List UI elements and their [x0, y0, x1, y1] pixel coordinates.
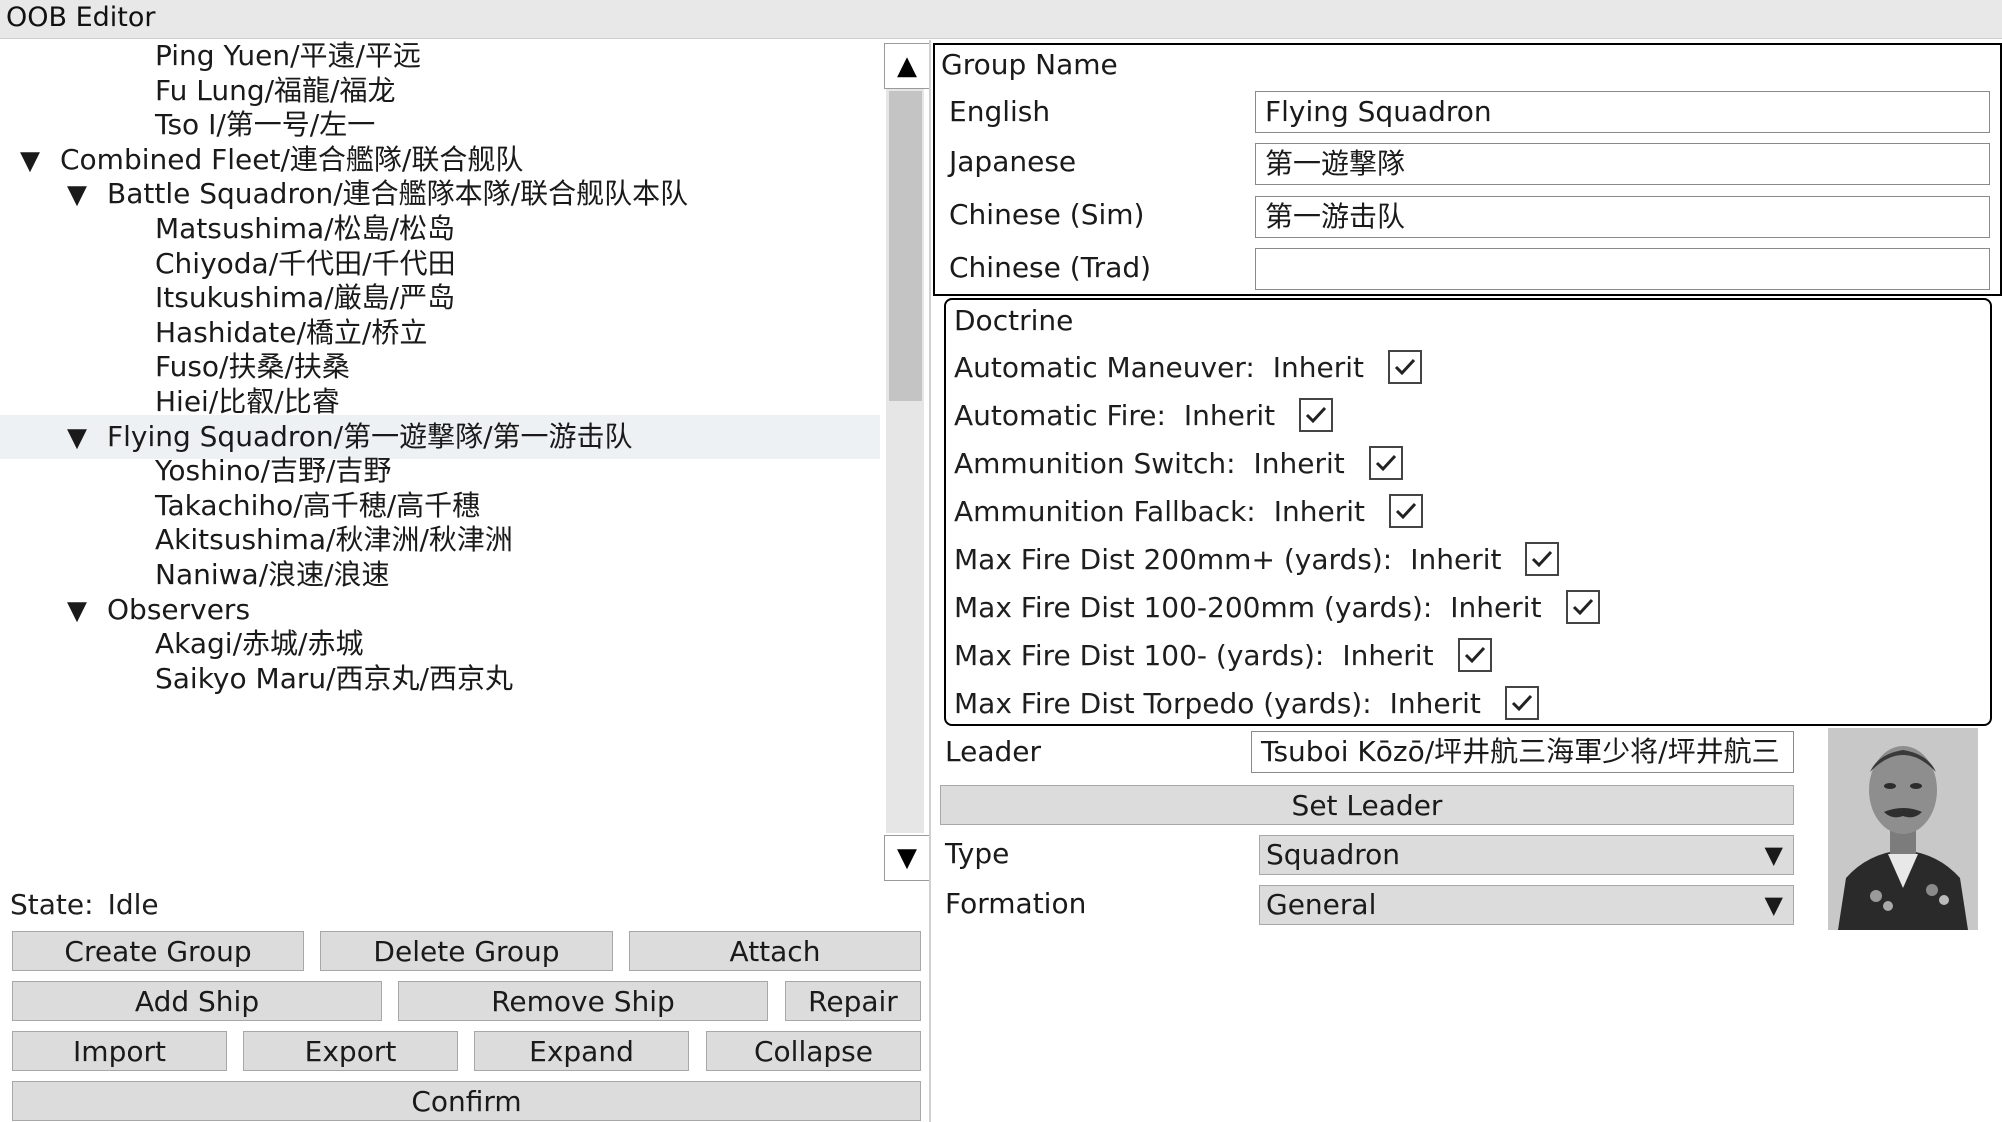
doctrine-item-value: Inherit — [1342, 638, 1434, 672]
checkmark-icon — [1464, 646, 1485, 664]
formation-select[interactable]: General ▼ — [1259, 885, 1794, 925]
inherit-checkbox[interactable] — [1388, 350, 1423, 384]
leader-portrait — [1828, 728, 1978, 930]
checkmark-icon — [1306, 406, 1327, 424]
panel-divider[interactable] — [929, 40, 931, 1122]
state-value: Idle — [107, 888, 159, 921]
doctrine-item: Automatic Fire: Inherit — [954, 393, 1334, 437]
doctrine-item: Max Fire Dist 100-200mm (yards): Inherit — [954, 585, 1600, 629]
doctrine-item-value: Inherit — [1450, 590, 1542, 624]
state-indicator: State: Idle — [10, 888, 173, 921]
window-title: OOB Editor — [6, 2, 156, 33]
inherit-checkbox[interactable] — [1525, 542, 1560, 576]
chinese-sim-name-field[interactable]: 第一游击队 — [1255, 196, 1990, 238]
doctrine-item-value: Inherit — [1389, 686, 1481, 720]
state-label: State: — [10, 888, 94, 921]
oob-tree[interactable]: Ping Yuen/平遠/平远 Fu Lung/福龍/福龙 Tso I/第一号/左一… — [0, 39, 884, 887]
english-label: English — [949, 95, 1051, 128]
doctrine-item: Max Fire Dist Torpedo (yards): Inherit — [954, 681, 1539, 725]
doctrine-item: Ammunition Switch: Inherit — [954, 441, 1403, 485]
chevron-down-icon: ▼ — [1764, 841, 1783, 869]
doctrine-title: Doctrine — [954, 304, 1074, 337]
checkmark-icon — [1394, 358, 1416, 376]
formation-value: General — [1266, 888, 1377, 921]
doctrine-item-label: Ammunition Switch: — [954, 446, 1236, 480]
collapse-button[interactable]: Collapse — [706, 1031, 921, 1071]
doctrine-item-label: Automatic Fire: — [954, 398, 1166, 432]
chinese-trad-label: Chinese (Trad) — [949, 251, 1152, 284]
inherit-checkbox[interactable] — [1389, 494, 1423, 528]
formation-label: Formation — [945, 887, 1087, 920]
remove-ship-button[interactable]: Remove Ship — [398, 981, 768, 1021]
tree-item-label: Saikyo Maru/西京丸/西京丸 — [155, 661, 513, 695]
inherit-checkbox[interactable] — [1457, 638, 1492, 672]
scrollbar-thumb[interactable] — [889, 91, 922, 401]
type-select[interactable]: Squadron ▼ — [1259, 835, 1794, 875]
set-leader-button[interactable]: Set Leader — [940, 785, 1794, 825]
doctrine-item: Ammunition Fallback: Inherit — [954, 489, 1423, 533]
leader-label: Leader — [945, 735, 1042, 768]
doctrine-item: Max Fire Dist 200mm+ (yards): Inherit — [954, 537, 1560, 581]
repair-button[interactable]: Repair — [785, 981, 921, 1021]
doctrine-item: Automatic Maneuver: Inherit — [954, 345, 1423, 389]
doctrine-item-value: Inherit — [1183, 398, 1276, 432]
type-label: Type — [945, 837, 1010, 870]
confirm-button[interactable]: Confirm — [12, 1081, 921, 1121]
checkmark-icon — [1511, 694, 1533, 712]
doctrine-item-value: Inherit — [1273, 494, 1365, 528]
delete-group-button[interactable]: Delete Group — [320, 931, 613, 971]
chinese-trad-name-field[interactable] — [1255, 248, 1990, 290]
scroll-down-button[interactable]: ▼ — [884, 835, 930, 881]
attach-button[interactable]: Attach — [629, 931, 921, 971]
inherit-checkbox[interactable] — [1504, 686, 1539, 720]
import-button[interactable]: Import — [12, 1031, 227, 1071]
inherit-checkbox[interactable] — [1368, 446, 1403, 480]
doctrine-item-label: Automatic Maneuver: — [954, 350, 1255, 384]
scroll-up-button[interactable]: ▲ — [884, 43, 930, 89]
chevron-down-icon: ▼ — [1764, 891, 1783, 919]
title-bar: OOB Editor — [0, 0, 2002, 39]
doctrine-item-label: Max Fire Dist 200mm+ (yards): — [954, 542, 1393, 576]
expand-button[interactable]: Expand — [474, 1031, 689, 1071]
doctrine-item-value: Inherit — [1272, 350, 1365, 384]
checkmark-icon — [1395, 502, 1417, 520]
doctrine-item-label: Max Fire Dist 100- (yards): — [954, 638, 1325, 672]
japanese-label: Japanese — [949, 145, 1077, 178]
checkmark-icon — [1572, 598, 1593, 616]
japanese-name-field[interactable]: 第一遊撃隊 — [1255, 143, 1990, 185]
doctrine-item-label: Ammunition Fallback: — [954, 494, 1256, 528]
doctrine-item-value: Inherit — [1410, 542, 1502, 576]
chinese-sim-label: Chinese (Sim) — [949, 198, 1145, 231]
export-button[interactable]: Export — [243, 1031, 458, 1071]
type-value: Squadron — [1266, 838, 1400, 871]
add-ship-button[interactable]: Add Ship — [12, 981, 382, 1021]
english-name-field[interactable]: Flying Squadron — [1255, 91, 1990, 133]
inherit-checkbox[interactable] — [1565, 590, 1600, 624]
checkmark-icon — [1532, 550, 1553, 568]
triangle-up-icon: ▲ — [897, 51, 917, 81]
doctrine-item: Max Fire Dist 100- (yards): Inherit — [954, 633, 1492, 677]
group-name-title: Group Name — [941, 48, 1118, 81]
triangle-down-icon: ▼ — [897, 843, 917, 873]
tree-item[interactable]: Saikyo Maru/西京丸/西京丸 — [0, 657, 880, 701]
checkmark-icon — [1375, 454, 1396, 472]
doctrine-item-value: Inherit — [1253, 446, 1345, 480]
create-group-button[interactable]: Create Group — [12, 931, 304, 971]
leader-field[interactable]: Tsuboi Kōzō/坪井航三海軍少将/坪井航三 — [1251, 731, 1794, 773]
doctrine-item-label: Max Fire Dist 100-200mm (yards): — [954, 590, 1433, 624]
inherit-checkbox[interactable] — [1299, 398, 1334, 432]
doctrine-item-label: Max Fire Dist Torpedo (yards): — [954, 686, 1372, 720]
